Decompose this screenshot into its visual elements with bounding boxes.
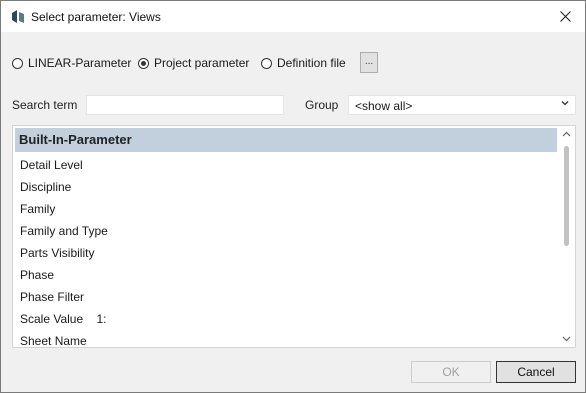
list-item[interactable]: Phase: [20, 264, 108, 286]
radio-unchecked-icon: [12, 57, 23, 69]
radio-label: LINEAR-Parameter: [28, 56, 132, 70]
list-item[interactable]: Detail Level: [20, 154, 108, 176]
list-item[interactable]: Scale Value 1:: [20, 308, 108, 330]
radio-project-parameter[interactable]: Project parameter: [138, 54, 249, 72]
ok-button[interactable]: OK: [411, 361, 491, 383]
parameter-list[interactable]: Built-In-Parameter Detail Level Discipli…: [12, 125, 576, 348]
scroll-down-icon[interactable]: [562, 336, 571, 342]
close-button[interactable]: [545, 1, 585, 32]
close-icon: [559, 11, 571, 22]
list-item[interactable]: Parts Visibility: [20, 242, 108, 264]
radio-label: Definition file: [277, 56, 346, 70]
radio-definition-file[interactable]: Definition file: [261, 54, 346, 72]
browse-definition-file-button[interactable]: ...: [360, 52, 378, 73]
search-label: Search term: [12, 98, 78, 112]
cancel-button[interactable]: Cancel: [496, 361, 576, 383]
search-input[interactable]: [86, 95, 284, 115]
group-dropdown[interactable]: <show all>: [348, 95, 576, 115]
list-item[interactable]: Family and Type: [20, 220, 108, 242]
chevron-down-icon: [561, 101, 569, 106]
radio-label: Project parameter: [154, 56, 250, 70]
title-bar: Select parameter: Views: [1, 1, 585, 32]
group-label: Group: [305, 98, 339, 112]
radio-linear-parameter[interactable]: LINEAR-Parameter: [12, 54, 131, 72]
parameter-items: Detail Level Discipline Family Family an…: [20, 154, 108, 347]
scrollbar-thumb[interactable]: [564, 146, 569, 246]
list-item[interactable]: Phase Filter: [20, 286, 108, 308]
group-selected-value: <show all>: [355, 99, 413, 113]
radio-unchecked-icon: [261, 57, 272, 69]
dialog-window: Select parameter: Views LINEAR-Parameter…: [0, 0, 586, 393]
scroll-up-icon[interactable]: [562, 131, 571, 137]
vertical-scrollbar[interactable]: [558, 126, 575, 347]
list-item[interactable]: Sheet Name: [20, 330, 108, 347]
window-title: Select parameter: Views: [31, 10, 161, 24]
list-item[interactable]: Family: [20, 198, 108, 220]
radio-checked-icon: [138, 57, 149, 69]
app-logo-icon: [12, 10, 24, 23]
list-item[interactable]: Discipline: [20, 176, 108, 198]
list-group-header[interactable]: Built-In-Parameter: [15, 128, 557, 152]
